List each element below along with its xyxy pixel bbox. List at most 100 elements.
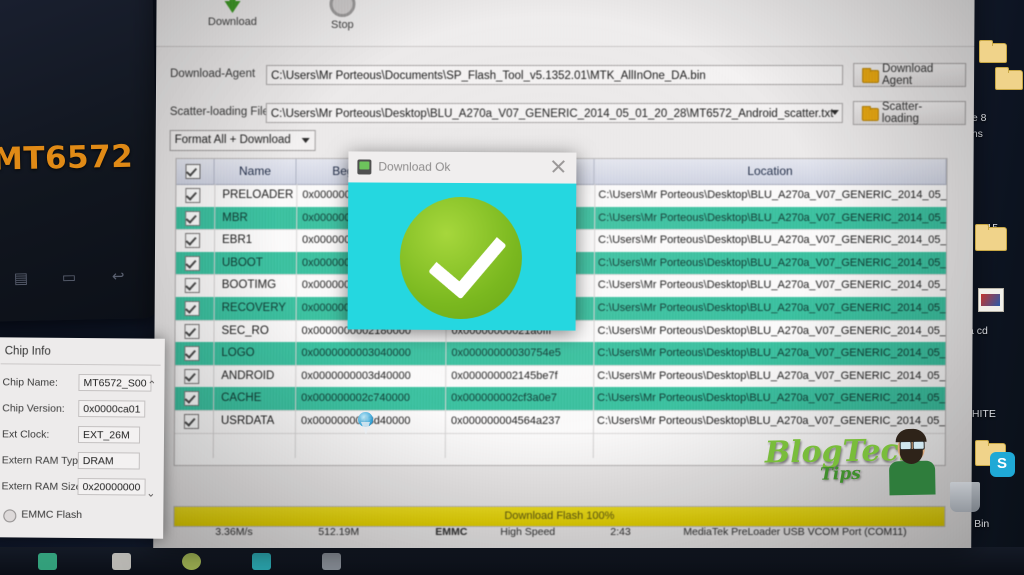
- green-checkmark-icon: [399, 196, 523, 320]
- scatter-loading-browse-button[interactable]: Scatter-loading: [852, 101, 966, 126]
- location-path: C:\Users\Mr Porteous\Desktop\BLU_A270a_V…: [597, 301, 946, 314]
- taskbar-icon-2[interactable]: [112, 553, 131, 570]
- status-port: MediaTek PreLoader USB VCOM Port (COM11): [683, 525, 907, 538]
- watermark: BlogTech Tips: [764, 426, 940, 501]
- location-path: C:\Users\Mr Porteous\Desktop\BLU_A270a_V…: [598, 189, 947, 202]
- location-path: C:\Users\Mr Porteous\Desktop\BLU_A270a_V…: [598, 234, 947, 247]
- location-path: C:\Users\Mr Porteous\Desktop\BLU_A270a_V…: [597, 369, 946, 382]
- row-checkbox[interactable]: [184, 346, 200, 362]
- progress-bar: Download Flash 100%: [173, 505, 946, 527]
- end-address: 0x000000004564a237: [450, 414, 561, 427]
- partition-name: ANDROID: [221, 369, 275, 382]
- recycle-bin-icon[interactable]: [950, 482, 980, 512]
- status-bar: 3.36M/s 512.19M EMMC High Speed 2:43 Med…: [173, 526, 943, 546]
- table-header-name[interactable]: Name: [214, 159, 297, 185]
- avatar: [885, 427, 938, 496]
- chip-info-value: 0x20000000: [77, 477, 146, 496]
- chip-info-value: DRAM: [77, 451, 140, 470]
- stop-icon: [329, 0, 356, 18]
- skype-icon[interactable]: [990, 452, 1015, 477]
- row-checkbox[interactable]: [185, 210, 201, 226]
- download-mode-select[interactable]: Format All + Download: [169, 130, 316, 152]
- row-checkbox[interactable]: [184, 391, 200, 407]
- chevron-down-icon[interactable]: [301, 138, 310, 144]
- row-checkbox[interactable]: [184, 323, 200, 339]
- checkmark-glyph: [428, 217, 507, 300]
- download-agent-input[interactable]: C:\Users\Mr Porteous\Documents\SP_Flash_…: [266, 65, 844, 86]
- phone-screen-text: MT6572: [0, 138, 134, 178]
- end-address: 0x000000002145be7f: [451, 369, 558, 382]
- end-address: 0x00000000030754e5: [451, 347, 561, 360]
- download-arrow-icon: [224, 0, 241, 14]
- partition-name: EBR1: [222, 234, 253, 247]
- chip-info-label: Extern RAM Size:: [1, 480, 85, 494]
- progress-bar-label: Download Flash 100%: [504, 509, 615, 522]
- partition-name: BOOTIMG: [221, 279, 277, 292]
- chevron-down-icon[interactable]: ⌄: [146, 487, 155, 500]
- select-all-checkbox[interactable]: [185, 164, 201, 180]
- phone-navbar: ▤ ▭ ↩: [13, 267, 125, 288]
- scatter-loading-input[interactable]: C:\Users\Mr Porteous\Desktop\BLU_A270a_V…: [265, 103, 843, 124]
- status-time: 2:43: [610, 525, 631, 538]
- stop-button[interactable]: Stop: [296, 0, 388, 31]
- desktop-folder-icon-1b[interactable]: [995, 67, 1023, 90]
- taskbar-icon-5[interactable]: [322, 553, 341, 570]
- begin-address: 0x0000000003040000: [301, 347, 411, 360]
- chevron-down-icon[interactable]: [830, 110, 839, 116]
- partition-name: SEC_RO: [221, 324, 269, 337]
- status-speed: 3.36M/s: [215, 525, 253, 538]
- download-button[interactable]: Download: [186, 0, 278, 28]
- toolbar: Download Stop: [156, 0, 975, 49]
- row-checkbox[interactable]: [183, 413, 200, 429]
- location-path: C:\Users\Mr Porteous\Desktop\BLU_A270a_V…: [598, 211, 947, 224]
- location-path: C:\Users\Mr Porteous\Desktop\BLU_A270a_V…: [597, 324, 946, 337]
- chevron-up-icon[interactable]: ⌃: [147, 379, 156, 392]
- row-checkbox[interactable]: [185, 233, 201, 249]
- chip-info-title: Chip Info: [4, 345, 51, 358]
- toolbar-divider: [156, 46, 975, 48]
- chip-info-label: Ext Clock:: [1, 428, 50, 441]
- location-path: C:\Users\Mr Porteous\Desktop\BLU_A270a_V…: [597, 347, 946, 360]
- desktop-folder-icon-2[interactable]: [975, 224, 1007, 251]
- row-checkbox[interactable]: [185, 188, 201, 204]
- chip-info-label: Extern RAM Type:: [1, 454, 87, 468]
- chip-info-value: EXT_26M: [77, 425, 141, 444]
- taskbar-icon-4[interactable]: [252, 553, 271, 570]
- chip-info-divider: [0, 363, 161, 366]
- download-agent-browse-button[interactable]: Download Agent: [853, 63, 967, 88]
- begin-address: 0x0000000003d40000: [301, 369, 411, 382]
- close-icon[interactable]: [550, 158, 566, 174]
- status-storage: EMMC: [435, 525, 468, 538]
- desktop-picture-icon[interactable]: [978, 288, 1004, 312]
- dialog-title-bar: Download Ok: [348, 151, 577, 184]
- desktop-folder-icon-1[interactable]: [979, 40, 1007, 63]
- row-checkbox[interactable]: [184, 368, 200, 384]
- download-agent-label: Download-Agent: [170, 68, 256, 81]
- emmc-flash-label: EMMC Flash: [21, 508, 83, 522]
- scatter-loading-value: C:\Users\Mr Porteous\Desktop\BLU_A270a_V…: [270, 108, 834, 121]
- table-row[interactable]: LOGO 0x0000000003040000 0x00000000030754e5…: [175, 342, 945, 366]
- partition-name: CACHE: [221, 392, 262, 405]
- table-row[interactable]: CACHE 0x000000002c740000 0x000000002cf3a0e…: [175, 387, 945, 411]
- emmc-flash-radio[interactable]: [3, 509, 17, 523]
- taskbar[interactable]: [0, 547, 1024, 575]
- status-size: 512.19M: [318, 525, 360, 538]
- table-row[interactable]: ANDROID 0x0000000003d40000 0x000000002145b…: [175, 364, 946, 389]
- chip-info-panel: Chip Info Chip Name: MT6572_S00 Chip Versi…: [0, 337, 165, 539]
- table-header-location[interactable]: Location: [594, 159, 947, 185]
- chip-info-value: MT6572_S00: [78, 373, 152, 392]
- row-checkbox[interactable]: [184, 278, 200, 294]
- taskbar-icon-3[interactable]: [182, 553, 201, 570]
- download-agent-browse-label: Download Agent: [882, 63, 934, 88]
- flash-tool-icon: [357, 159, 372, 175]
- row-checkbox[interactable]: [184, 255, 200, 271]
- taskbar-icon-1[interactable]: [38, 553, 57, 570]
- status-mode: High Speed: [500, 525, 556, 538]
- dialog-body: [347, 182, 577, 331]
- begin-address: 0x000000002c740000: [301, 392, 411, 405]
- row-checkbox[interactable]: [184, 300, 200, 316]
- table-header-checkbox-col: [176, 159, 215, 185]
- mouse-cursor: [358, 412, 380, 438]
- location-path: C:\Users\Mr Porteous\Desktop\BLU_A270a_V…: [597, 256, 947, 269]
- download-mode-value: Format All + Download: [174, 134, 291, 147]
